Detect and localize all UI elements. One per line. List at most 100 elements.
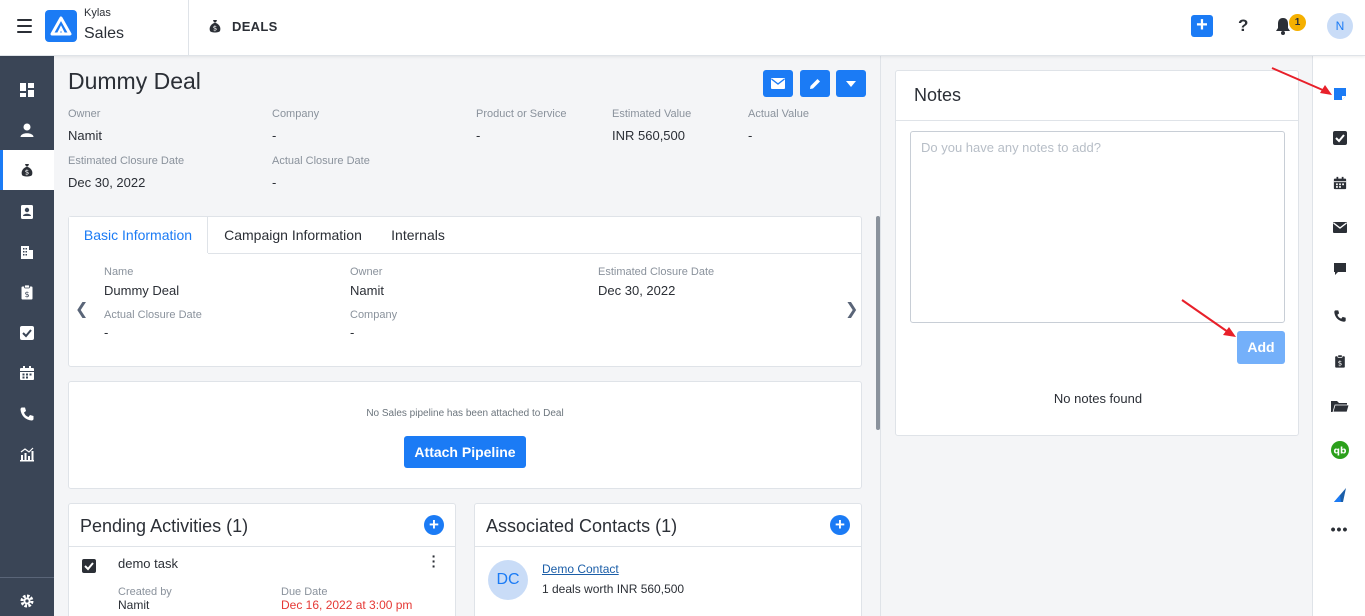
svg-text:$: $ <box>1337 359 1341 367</box>
phone-icon <box>1333 310 1346 322</box>
right-rail: $ qb ••• <box>1312 56 1365 616</box>
created-by-value: Namit <box>118 598 150 612</box>
sidebar-item-contacts[interactable] <box>0 192 54 232</box>
estimated-value-label: Estimated Value <box>612 108 692 120</box>
tab-campaign-information[interactable]: Campaign Information <box>214 217 372 253</box>
owner-label: Owner <box>68 108 101 120</box>
basic-est-closure-value: Dec 30, 2022 <box>598 283 676 298</box>
checkbox-icon <box>1332 131 1347 145</box>
associated-contacts-card: Associated Contacts (1) + DC Demo Contac… <box>474 503 862 616</box>
envelope-icon <box>771 78 785 89</box>
chat-bubble-icon <box>1333 263 1346 275</box>
info-tabs-card: Basic Information Campaign Information I… <box>68 216 862 367</box>
help-icon[interactable]: ? <box>1238 16 1248 36</box>
building-icon <box>21 246 33 259</box>
kebab-menu-icon[interactable]: · · · <box>431 549 437 573</box>
rail-notes[interactable] <box>1313 79 1365 109</box>
brand-name: Kylas <box>84 7 111 19</box>
contact-name-link[interactable]: Demo Contact <box>542 562 619 576</box>
quickbooks-icon: qb <box>1330 441 1349 459</box>
due-date-value: Dec 16, 2022 at 3:00 pm <box>281 598 413 612</box>
sidebar-item-companies[interactable] <box>0 232 54 272</box>
gear-icon <box>20 594 34 608</box>
notification-badge: 1 <box>1289 14 1306 31</box>
product-label: Product or Service <box>476 108 567 120</box>
dashboard-icon <box>20 83 34 97</box>
company-label: Company <box>272 108 320 120</box>
no-notes-message: No notes found <box>1053 391 1143 406</box>
user-icon <box>20 123 34 137</box>
clipboard-dollar-icon: $ <box>21 284 33 300</box>
chevron-right-icon[interactable]: ❯ <box>845 299 858 319</box>
rail-meetings[interactable] <box>1313 168 1365 198</box>
tab-internals[interactable]: Internals <box>380 217 456 253</box>
caret-down-icon <box>846 80 856 87</box>
basic-owner-label: Owner <box>350 266 383 278</box>
rail-quickbooks[interactable]: qb <box>1313 435 1365 465</box>
deal-detail-main: Dummy Deal Owner Namit Company - Product… <box>54 56 880 616</box>
task-name[interactable]: demo task <box>118 556 178 571</box>
basic-name-label: Name <box>104 266 134 278</box>
tabs-divider <box>208 253 861 254</box>
sidebar-item-leads[interactable] <box>0 110 54 150</box>
sidebar-item-quotes[interactable]: $ <box>0 272 54 312</box>
product-value: - <box>476 128 481 143</box>
notes-textarea[interactable] <box>910 131 1285 323</box>
created-by-label: Created by <box>118 586 172 598</box>
contacts-divider <box>475 546 861 547</box>
edit-button[interactable] <box>800 70 830 97</box>
due-date-label: Due Date <box>281 586 328 598</box>
actual-closure-value: - <box>272 175 277 190</box>
activities-divider <box>69 546 455 547</box>
rail-documents[interactable] <box>1313 391 1365 421</box>
sidebar-item-tasks[interactable] <box>0 313 54 353</box>
svg-text:qb: qb <box>1333 447 1346 457</box>
notes-divider <box>896 120 1298 121</box>
attach-pipeline-button[interactable]: Attach Pipeline <box>404 436 526 468</box>
hamburger-menu-icon[interactable] <box>17 19 32 33</box>
sail-logo-icon <box>1333 488 1346 502</box>
contact-avatar: DC <box>488 560 528 600</box>
add-note-button[interactable]: Add <box>1237 331 1285 364</box>
sidebar-item-deals[interactable]: $ <box>0 150 54 190</box>
rail-tasks[interactable] <box>1313 123 1365 153</box>
add-contact-button[interactable]: + <box>830 515 850 535</box>
pipeline-card: No Sales pipeline has been attached to D… <box>68 381 862 489</box>
task-checkbox[interactable] <box>82 559 96 573</box>
basic-actual-closure-value: - <box>104 325 109 340</box>
rail-calls[interactable] <box>1313 301 1365 331</box>
note-icon <box>1333 88 1346 100</box>
estimated-closure-value: Dec 30, 2022 <box>68 175 146 190</box>
estimated-closure-label: Estimated Closure Date <box>68 155 185 167</box>
kylas-logo-icon[interactable] <box>45 10 77 42</box>
notes-card: Notes Add No notes found <box>895 70 1299 436</box>
rail-quotes[interactable]: $ <box>1313 346 1365 376</box>
more-options-icon[interactable]: ••• <box>1313 514 1365 544</box>
clipboard-dollar-icon: $ <box>1334 354 1345 368</box>
quick-add-button[interactable]: + <box>1191 15 1213 37</box>
email-button[interactable] <box>763 70 793 97</box>
sidebar-item-dashboard[interactable] <box>0 70 54 110</box>
rail-chat[interactable] <box>1313 254 1365 284</box>
user-avatar[interactable]: N <box>1327 13 1353 39</box>
pending-activities-card: Pending Activities (1) + demo task · · · C… <box>68 503 456 616</box>
pending-activities-title: Pending Activities (1) <box>80 516 249 536</box>
more-actions-dropdown[interactable] <box>836 70 866 97</box>
calendar-icon <box>20 366 34 380</box>
rail-email[interactable] <box>1313 212 1365 242</box>
add-activity-button[interactable]: + <box>424 515 444 535</box>
sidebar-item-reports[interactable] <box>0 434 54 474</box>
sidebar-item-calls[interactable] <box>0 394 54 434</box>
chart-icon <box>20 447 34 462</box>
module-title: DEALS <box>232 19 278 34</box>
money-bag-icon: $ <box>207 18 223 34</box>
chevron-left-icon[interactable]: ❮ <box>75 299 88 319</box>
contact-card-icon <box>21 205 33 219</box>
sidebar-item-settings[interactable] <box>0 581 54 616</box>
tab-basic-information[interactable]: Basic Information <box>69 217 208 253</box>
sidebar-item-meetings[interactable] <box>0 353 54 393</box>
rail-integration[interactable] <box>1313 480 1365 510</box>
check-icon <box>84 562 94 571</box>
phone-icon <box>20 407 34 421</box>
basic-est-closure-label: Estimated Closure Date <box>598 266 715 278</box>
